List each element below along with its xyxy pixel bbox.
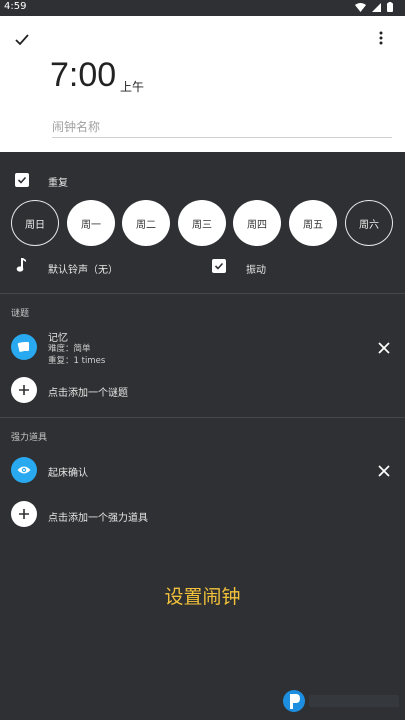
- alarm-name-input[interactable]: [52, 116, 392, 138]
- more-options-icon[interactable]: [377, 30, 385, 46]
- divider: [0, 417, 405, 418]
- day-label: 周六: [359, 219, 379, 231]
- plus-icon: [19, 385, 29, 395]
- add-powerup-button[interactable]: [11, 501, 37, 527]
- music-note-icon[interactable]: [16, 258, 26, 272]
- day-tuesday[interactable]: 周二: [122, 200, 170, 246]
- vibrate-checkbox[interactable]: [212, 259, 226, 273]
- day-sunday[interactable]: 周日: [11, 200, 59, 246]
- day-label: 周三: [192, 219, 212, 231]
- add-puzzle-button[interactable]: [11, 377, 37, 403]
- signal-icon: [372, 2, 381, 12]
- eye-icon: [17, 466, 31, 474]
- day-label: 周一: [81, 219, 101, 231]
- status-icons: [355, 2, 393, 12]
- plus-icon: [19, 509, 29, 519]
- day-label: 周二: [136, 219, 156, 231]
- puzzle-item-icon[interactable]: [11, 334, 37, 360]
- vibrate-label: 振动: [246, 265, 266, 276]
- remove-powerup-close-icon[interactable]: [377, 464, 391, 478]
- checkmark-icon: [214, 262, 224, 270]
- divider: [0, 293, 405, 294]
- remove-puzzle-close-icon[interactable]: [377, 341, 391, 355]
- puzzle-repeat: 重复：1 times: [48, 356, 106, 366]
- day-label: 周五: [303, 219, 323, 231]
- checkmark-icon: [17, 176, 27, 184]
- day-label: 周四: [247, 219, 267, 231]
- weekday-selector: 周日 周一 周二 周三 周四 周五 周六: [11, 200, 395, 246]
- alarm-header-panel: 7:00 上午: [0, 16, 405, 152]
- repeat-label: 重复: [48, 178, 68, 189]
- day-wednesday[interactable]: 周三: [178, 200, 226, 246]
- day-label: 周日: [25, 219, 45, 231]
- alarm-time[interactable]: 7:00: [50, 56, 116, 95]
- repeat-checkbox[interactable]: [15, 173, 29, 187]
- status-bar: 4:59: [0, 0, 405, 16]
- ringtone-label[interactable]: 默认铃声（无）: [48, 261, 118, 276]
- powerup-item-icon[interactable]: [11, 457, 37, 483]
- puzzles-section-title: 谜题: [11, 309, 30, 319]
- day-friday[interactable]: 周五: [289, 200, 337, 246]
- powerups-section-title: 强力道具: [11, 433, 48, 443]
- day-thursday[interactable]: 周四: [233, 200, 281, 246]
- am-pm-label[interactable]: 上午: [120, 78, 144, 95]
- wifi-icon: [355, 2, 366, 12]
- status-time: 4:59: [4, 1, 27, 12]
- watermark-logo: [283, 690, 399, 712]
- alarm-settings-panel: 重复 周日 周一 周二 周三 周四 周五 周六 默认铃声（无） 振动 谜题 记忆…: [0, 152, 405, 720]
- day-monday[interactable]: 周一: [67, 200, 115, 246]
- cards-icon: [17, 342, 29, 352]
- puzzle-difficulty: 难度：简单: [48, 344, 91, 354]
- add-powerup-label[interactable]: 点击添加一个强力道具: [48, 509, 148, 524]
- battery-icon: [387, 2, 393, 12]
- set-alarm-button[interactable]: 设置闹钟: [0, 582, 405, 609]
- confirm-check-icon[interactable]: [12, 30, 32, 50]
- powerup-name[interactable]: 起床确认: [48, 464, 88, 479]
- day-saturday[interactable]: 周六: [345, 200, 393, 246]
- add-puzzle-label[interactable]: 点击添加一个谜题: [48, 384, 128, 399]
